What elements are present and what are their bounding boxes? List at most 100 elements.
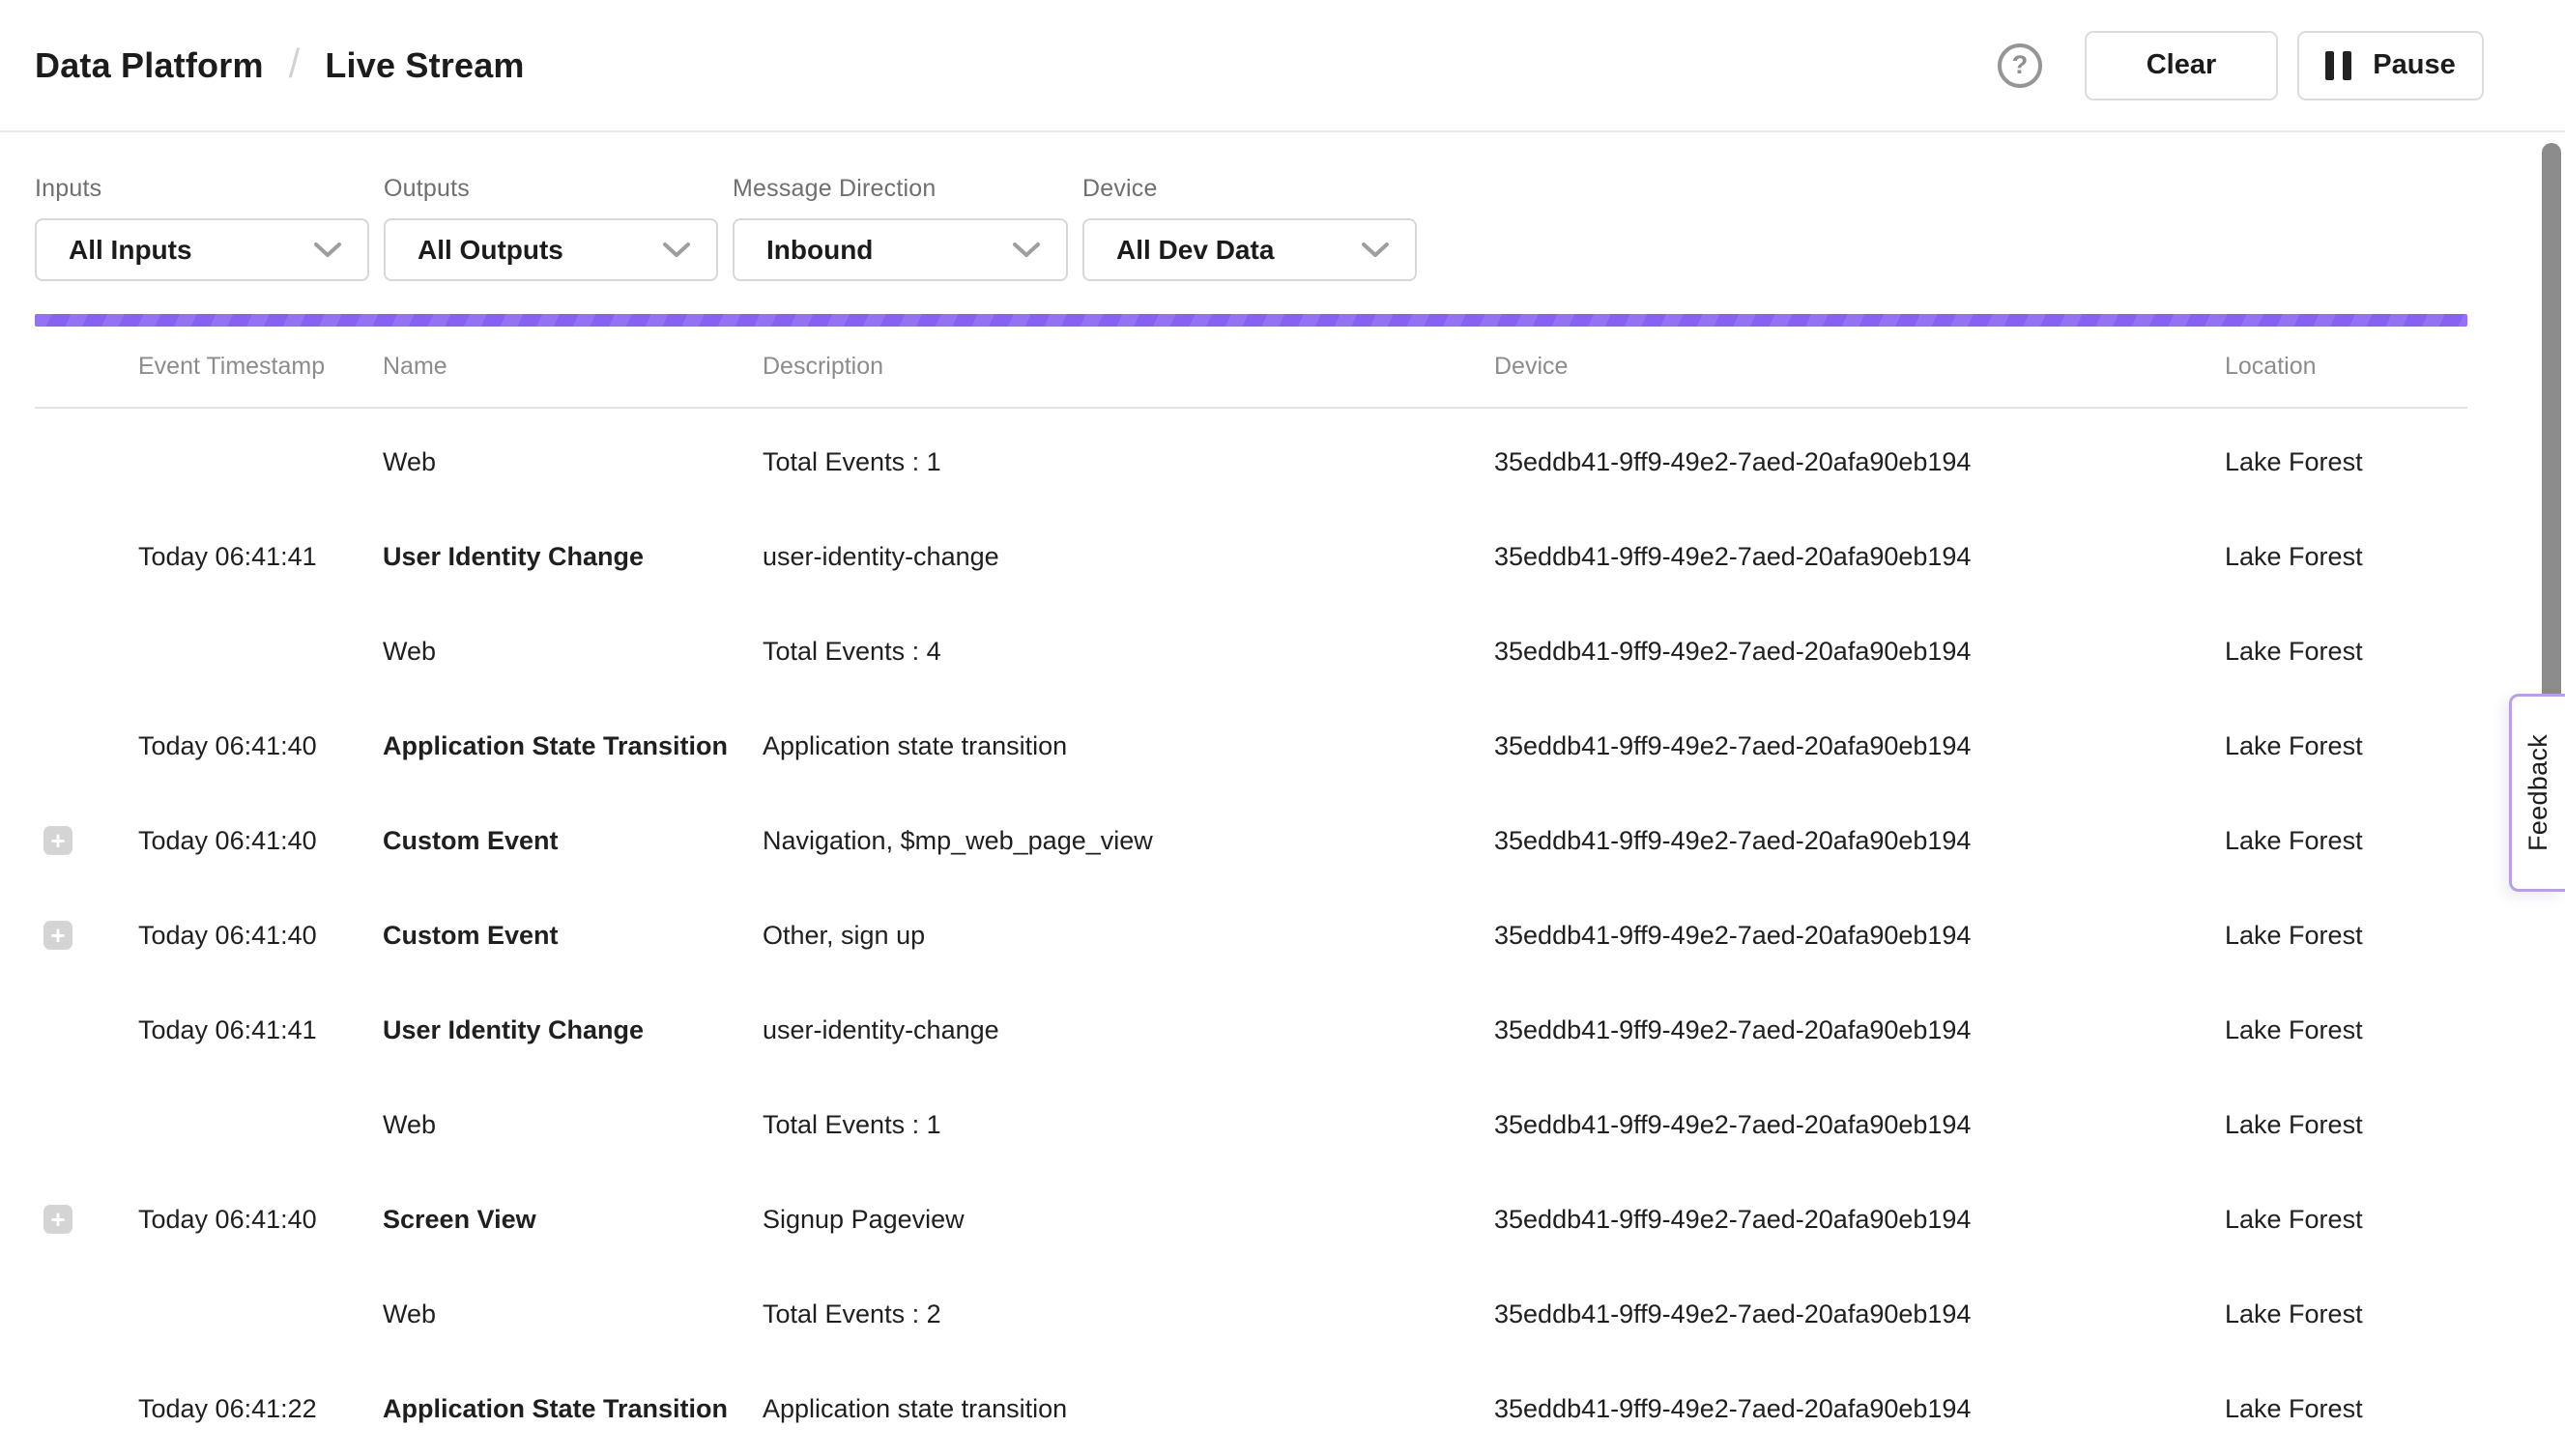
cell-device: 35eddb41-9ff9-49e2-7aed-20afa90eb194	[1494, 637, 2225, 667]
cell-device: 35eddb41-9ff9-49e2-7aed-20afa90eb194	[1494, 921, 2225, 951]
breadcrumb-separator: /	[289, 41, 301, 87]
table-row: Today 06:41:41 User Identity Change user…	[35, 509, 2467, 604]
table-row-expandable[interactable]: + Today 06:41:40 Custom Event Other, sig…	[35, 888, 2467, 983]
feedback-tab-label: Feedback	[2523, 734, 2553, 851]
help-icon[interactable]: ?	[1998, 43, 2042, 88]
filter-inputs: Inputs All Inputs	[35, 175, 369, 281]
cell-description: Total Events : 1	[763, 447, 1494, 477]
message-direction-select[interactable]: Inbound	[733, 218, 1068, 281]
cell-location: Lake Forest	[2225, 1299, 2467, 1329]
filter-message-direction: Message Direction Inbound	[733, 175, 1068, 281]
table-row-expandable[interactable]: + Today 06:41:40 Custom Event Navigation…	[35, 793, 2467, 888]
cell-name: Custom Event	[383, 826, 763, 856]
cell-device: 35eddb41-9ff9-49e2-7aed-20afa90eb194	[1494, 731, 2225, 761]
cell-location: Lake Forest	[2225, 1110, 2467, 1140]
filter-message-direction-label: Message Direction	[733, 175, 1068, 203]
chevron-down-icon	[1012, 242, 1041, 259]
cell-device: 35eddb41-9ff9-49e2-7aed-20afa90eb194	[1494, 447, 2225, 477]
inputs-select[interactable]: All Inputs	[35, 218, 369, 281]
cell-name: Web	[383, 1299, 763, 1329]
col-header-description: Description	[763, 353, 1494, 381]
cell-name: Application State Transition	[383, 731, 763, 761]
filter-device: Device All Dev Data	[1082, 175, 1417, 281]
outputs-select-value: All Outputs	[418, 235, 563, 266]
live-stream-activity-bar	[35, 314, 2467, 327]
cell-name: User Identity Change	[383, 542, 763, 572]
col-header-device: Device	[1494, 353, 2225, 381]
cell-timestamp: Today 06:41:40	[138, 921, 383, 951]
expand-row-icon[interactable]: +	[43, 1205, 72, 1234]
pause-button-label: Pause	[2373, 49, 2455, 81]
cell-location: Lake Forest	[2225, 826, 2467, 856]
feedback-tab[interactable]: Feedback	[2509, 694, 2565, 892]
device-select-value: All Dev Data	[1116, 235, 1274, 266]
col-header-name: Name	[383, 353, 763, 381]
pause-button[interactable]: Pause	[2297, 31, 2484, 100]
filter-device-label: Device	[1082, 175, 1417, 203]
chevron-down-icon	[662, 242, 691, 259]
cell-description: user-identity-change	[763, 1015, 1494, 1045]
cell-timestamp: Today 06:41:40	[138, 826, 383, 856]
cell-device: 35eddb41-9ff9-49e2-7aed-20afa90eb194	[1494, 542, 2225, 572]
cell-location: Lake Forest	[2225, 542, 2467, 572]
cell-device: 35eddb41-9ff9-49e2-7aed-20afa90eb194	[1494, 826, 2225, 856]
table-header-row: Event Timestamp Name Description Device …	[35, 327, 2467, 409]
cell-location: Lake Forest	[2225, 1394, 2467, 1424]
cell-description: Total Events : 4	[763, 637, 1494, 667]
expand-row-icon[interactable]: +	[43, 921, 72, 950]
cell-description: Application state transition	[763, 1394, 1494, 1424]
live-stream-table: Event Timestamp Name Description Device …	[35, 327, 2467, 1456]
inputs-select-value: All Inputs	[69, 235, 192, 266]
cell-device: 35eddb41-9ff9-49e2-7aed-20afa90eb194	[1494, 1394, 2225, 1424]
cell-name: Web	[383, 1110, 763, 1140]
cell-name: Web	[383, 447, 763, 477]
cell-device: 35eddb41-9ff9-49e2-7aed-20afa90eb194	[1494, 1110, 2225, 1140]
table-row: Today 06:41:22 Application State Transit…	[35, 1361, 2467, 1456]
cell-name: User Identity Change	[383, 1015, 763, 1045]
app-header: Data Platform / Live Stream ? Clear Paus…	[0, 0, 2565, 132]
cell-name: Custom Event	[383, 921, 763, 951]
filter-inputs-label: Inputs	[35, 175, 369, 203]
header-actions: ? Clear Pause	[1998, 31, 2484, 100]
clear-button-label: Clear	[2147, 49, 2217, 81]
col-header-event-timestamp: Event Timestamp	[138, 353, 383, 381]
cell-device: 35eddb41-9ff9-49e2-7aed-20afa90eb194	[1494, 1205, 2225, 1235]
cell-location: Lake Forest	[2225, 447, 2467, 477]
pause-icon	[2325, 51, 2351, 80]
cell-location: Lake Forest	[2225, 1015, 2467, 1045]
expand-row-icon[interactable]: +	[43, 826, 72, 855]
col-header-location: Location	[2225, 353, 2467, 381]
cell-description: Application state transition	[763, 731, 1494, 761]
cell-name: Application State Transition	[383, 1394, 763, 1424]
cell-timestamp: Today 06:41:40	[138, 1205, 383, 1235]
cell-description: Total Events : 1	[763, 1110, 1494, 1140]
breadcrumb-section[interactable]: Data Platform	[35, 45, 264, 86]
device-select[interactable]: All Dev Data	[1082, 218, 1417, 281]
table-body: Web Total Events : 1 35eddb41-9ff9-49e2-…	[35, 409, 2467, 1456]
vertical-scrollbar-thumb[interactable]	[2542, 143, 2561, 720]
cell-location: Lake Forest	[2225, 1205, 2467, 1235]
table-row-expandable[interactable]: + Today 06:41:40 Screen View Signup Page…	[35, 1172, 2467, 1267]
cell-description: Other, sign up	[763, 921, 1494, 951]
filter-outputs-label: Outputs	[384, 175, 718, 203]
cell-location: Lake Forest	[2225, 731, 2467, 761]
table-row: Web Total Events : 1 35eddb41-9ff9-49e2-…	[35, 414, 2467, 509]
outputs-select[interactable]: All Outputs	[384, 218, 718, 281]
clear-button[interactable]: Clear	[2085, 31, 2278, 100]
message-direction-select-value: Inbound	[766, 235, 873, 266]
page-title: Live Stream	[325, 45, 524, 86]
cell-name: Screen View	[383, 1205, 763, 1235]
cell-timestamp: Today 06:41:22	[138, 1394, 383, 1424]
table-row: Web Total Events : 1 35eddb41-9ff9-49e2-…	[35, 1077, 2467, 1172]
cell-description: Navigation, $mp_web_page_view	[763, 826, 1494, 856]
cell-timestamp: Today 06:41:40	[138, 731, 383, 761]
table-row: Web Total Events : 2 35eddb41-9ff9-49e2-…	[35, 1267, 2467, 1361]
breadcrumb: Data Platform / Live Stream	[35, 43, 525, 89]
cell-location: Lake Forest	[2225, 637, 2467, 667]
cell-description: Signup Pageview	[763, 1205, 1494, 1235]
cell-device: 35eddb41-9ff9-49e2-7aed-20afa90eb194	[1494, 1299, 2225, 1329]
filter-outputs: Outputs All Outputs	[384, 175, 718, 281]
table-row: Today 06:41:41 User Identity Change user…	[35, 983, 2467, 1077]
cell-description: Total Events : 2	[763, 1299, 1494, 1329]
cell-name: Web	[383, 637, 763, 667]
